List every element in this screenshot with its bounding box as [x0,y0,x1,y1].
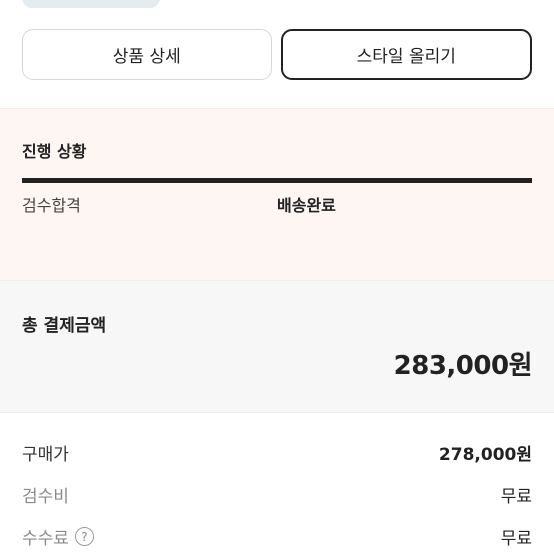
top-chip [22,0,160,8]
status-step-inspection-passed: 검수합격 [22,196,81,215]
commission-fee-label-group: 수수료 ? [22,524,94,549]
inspection-fee-row: 검수비 무료 [22,482,532,507]
purchase-price-row: 구매가 278,000원 [22,440,532,465]
purchase-price-label: 구매가 [22,445,69,465]
total-payment-section: 총 결제금액 283,000원 [0,280,554,413]
progress-bar [22,178,532,183]
commission-fee-value: 무료 [500,529,532,549]
commission-fee-label: 수수료 [22,529,69,549]
commission-fee-row: 수수료 ? 무료 [22,524,532,549]
total-payment-amount: 283,000원 [393,351,533,381]
help-circle-icon[interactable]: ? [74,527,94,546]
action-button-row: 상품 상세 스타일 올리기 [22,29,532,80]
purchase-price-value: 278,000원 [438,445,532,465]
status-step-delivered: 배송완료 [277,196,336,215]
inspection-fee-value: 무료 [500,487,532,507]
progress-status-title: 진행 상황 [22,142,87,161]
total-payment-label: 총 결제금액 [22,316,107,336]
upload-style-button[interactable]: 스타일 올리기 [280,29,532,80]
progress-status-section: 진행 상황 검수합격 배송완료 [0,108,554,280]
inspection-fee-label: 검수비 [22,487,69,507]
product-detail-button[interactable]: 상품 상세 [22,29,272,80]
